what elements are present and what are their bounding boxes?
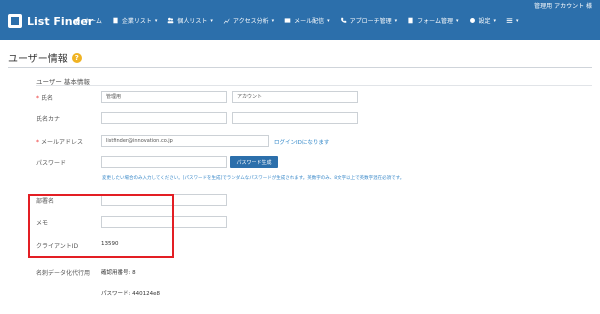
- generate-password-button[interactable]: パスワード生成: [230, 156, 278, 168]
- login-id-link[interactable]: ログインIDになります: [274, 138, 329, 146]
- name-label-text: 氏名: [41, 95, 54, 102]
- mail-icon: [284, 18, 291, 23]
- chevron-down-icon: ▾: [327, 17, 330, 24]
- chart-icon: [223, 18, 230, 24]
- required-mark: *: [36, 95, 39, 102]
- nav-label: メール配信: [294, 18, 325, 25]
- chevron-down-icon: ▾: [456, 17, 459, 24]
- nav-label: ホーム: [84, 18, 102, 25]
- nav-more-menu[interactable]: ▾: [506, 16, 519, 25]
- account-name[interactable]: 管理用 アカウント 様: [534, 1, 592, 10]
- nav-person-list[interactable]: 個人リスト ▾: [167, 16, 213, 25]
- email-input[interactable]: listfinder@innovation.co.jp: [101, 135, 269, 147]
- nav-form[interactable]: フォーム管理 ▾: [407, 16, 459, 25]
- name-label: * 氏名: [36, 93, 53, 102]
- nav-label: アプローチ管理: [349, 18, 392, 25]
- nav-approach[interactable]: アプローチ管理 ▾: [340, 16, 398, 25]
- business-card-service-label: 名刺データ化代行用: [36, 270, 91, 277]
- chevron-down-icon: ▾: [210, 17, 213, 24]
- menu-icon: [506, 18, 513, 23]
- title-divider: [8, 67, 592, 68]
- gear-icon: [469, 18, 475, 23]
- nav-label: フォーム管理: [417, 18, 453, 25]
- building-icon: [113, 17, 118, 24]
- kana-label: 氏名カナ: [36, 116, 61, 123]
- first-name-kana-input[interactable]: [232, 112, 358, 124]
- help-icon[interactable]: ?: [71, 52, 82, 63]
- nav-settings[interactable]: 設定 ▾: [469, 16, 497, 25]
- page-title-text: ユーザー情報: [8, 54, 68, 65]
- chevron-down-icon: ▾: [493, 17, 497, 24]
- last-name-input[interactable]: 管理用: [101, 91, 227, 103]
- chevron-down-icon: ▾: [154, 17, 158, 24]
- nav-label: 個人リスト: [177, 18, 208, 25]
- top-nav-bar: List Finder 管理用 アカウント 様 ホーム 企業リスト ▾ 個人リス…: [0, 0, 600, 40]
- nav-mail[interactable]: メール配信 ▾: [284, 16, 330, 25]
- nav-home[interactable]: ホーム: [74, 16, 102, 25]
- nav-label: 設定: [478, 18, 491, 25]
- first-name-input[interactable]: アカウント: [232, 91, 358, 103]
- last-name-kana-input[interactable]: [101, 112, 227, 124]
- main-nav: ホーム 企業リスト ▾ 個人リスト ▾ アクセス分析 ▾ メール配信 ▾ アプロ…: [74, 16, 519, 25]
- phone-icon: [340, 17, 346, 23]
- password-label: パスワード: [36, 160, 67, 167]
- main-content: ユーザー情報 ? ユーザー 基本情報 * 氏名 管理用 アカウント 氏名カナ * メ…: [0, 40, 600, 314]
- confirmation-number: 確認用番号: 8: [101, 270, 136, 276]
- form-icon: [408, 17, 413, 24]
- nav-company-list[interactable]: 企業リスト ▾: [112, 16, 158, 25]
- email-label-text: メールアドレス: [41, 139, 84, 146]
- nav-label: 企業リスト: [121, 18, 152, 25]
- section-divider: [36, 85, 592, 86]
- home-icon: [74, 17, 81, 24]
- required-mark: *: [36, 139, 39, 146]
- nav-access-analysis[interactable]: アクセス分析 ▾: [223, 16, 274, 25]
- highlight-box: [28, 194, 174, 258]
- users-icon: [168, 17, 174, 24]
- chevron-down-icon: ▾: [516, 17, 519, 24]
- password-input[interactable]: [101, 156, 227, 168]
- password-hint: 変更したい場合のみ入力してください。[パスワードを生成]でランダムなパスワードが…: [102, 176, 405, 181]
- email-label: * メールアドレス: [36, 137, 83, 146]
- chevron-down-icon: ▾: [394, 17, 398, 24]
- nav-label: アクセス分析: [232, 18, 269, 25]
- chevron-down-icon: ▾: [271, 17, 275, 24]
- service-password: パスワード: 440124e8: [101, 291, 160, 297]
- logo-mark-icon: [8, 14, 22, 28]
- page-title: ユーザー情報 ?: [8, 50, 82, 65]
